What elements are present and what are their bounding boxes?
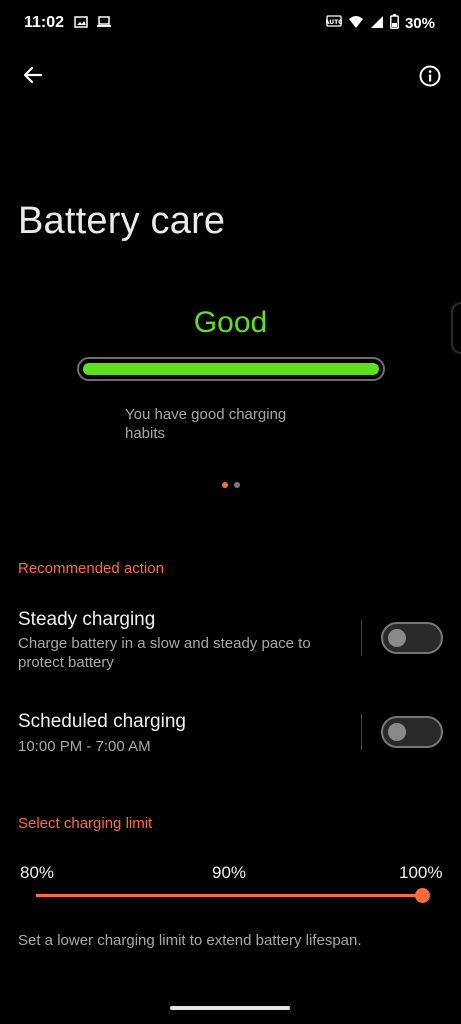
battery-icon [389,14,399,33]
pager-dot[interactable] [222,482,228,488]
status-left-icons [74,15,112,33]
scheduled-charging-time: 10:00 PM - 7:00 AM [18,738,151,755]
charging-limit-slider-thumb[interactable] [414,888,430,903]
back-button[interactable] [18,62,48,92]
battery-status-description: You have good charging habits [125,406,287,442]
charging-limit-header: Select charging limit [18,815,153,832]
arrow-left-icon [23,65,43,90]
steady-charging-toggle[interactable] [381,622,443,654]
svg-text:AUTO: AUTO [326,19,342,26]
charging-limit-slider-track[interactable] [36,894,422,897]
steady-charging-title: Steady charging [18,609,156,630]
row-divider [361,620,362,656]
recommended-action-header: Recommended action [18,560,164,577]
gallery-icon [74,15,88,33]
toggle-knob [388,629,406,647]
page-title: Battery care [18,200,226,242]
scheduled-charging-row[interactable]: Scheduled charging 10:00 PM - 7:00 AM [0,700,461,770]
laptop-icon [96,15,112,33]
wifi-icon [348,15,364,33]
battery-rating: Good [193,306,268,339]
auto-badge-icon: AUTO [325,14,343,33]
battery-percent: 30% [404,15,435,32]
limit-option-100[interactable]: 100% [399,863,442,883]
toggle-knob [388,723,406,741]
pager-dot[interactable] [234,482,240,488]
status-right: AUTO 30% [325,14,435,33]
pager-dots[interactable] [222,482,240,488]
charging-limit-note: Set a lower charging limit to extend bat… [18,932,362,949]
scheduled-charging-toggle[interactable] [381,716,443,748]
steady-charging-row[interactable]: Steady charging Charge battery in a slow… [0,600,461,680]
status-time: 11:02 [24,14,65,31]
signal-icon [370,15,384,33]
battery-health-bar [77,357,385,381]
battery-health-fill [83,363,379,375]
home-indicator[interactable] [170,1006,290,1010]
limit-option-80[interactable]: 80% [20,863,54,883]
info-icon [419,65,441,92]
info-button[interactable] [415,63,445,93]
steady-charging-subtitle: Charge battery in a slow and steady pace… [18,635,311,671]
row-divider [361,714,362,750]
scheduled-charging-title: Scheduled charging [18,711,186,732]
limit-option-90[interactable]: 90% [212,863,246,883]
